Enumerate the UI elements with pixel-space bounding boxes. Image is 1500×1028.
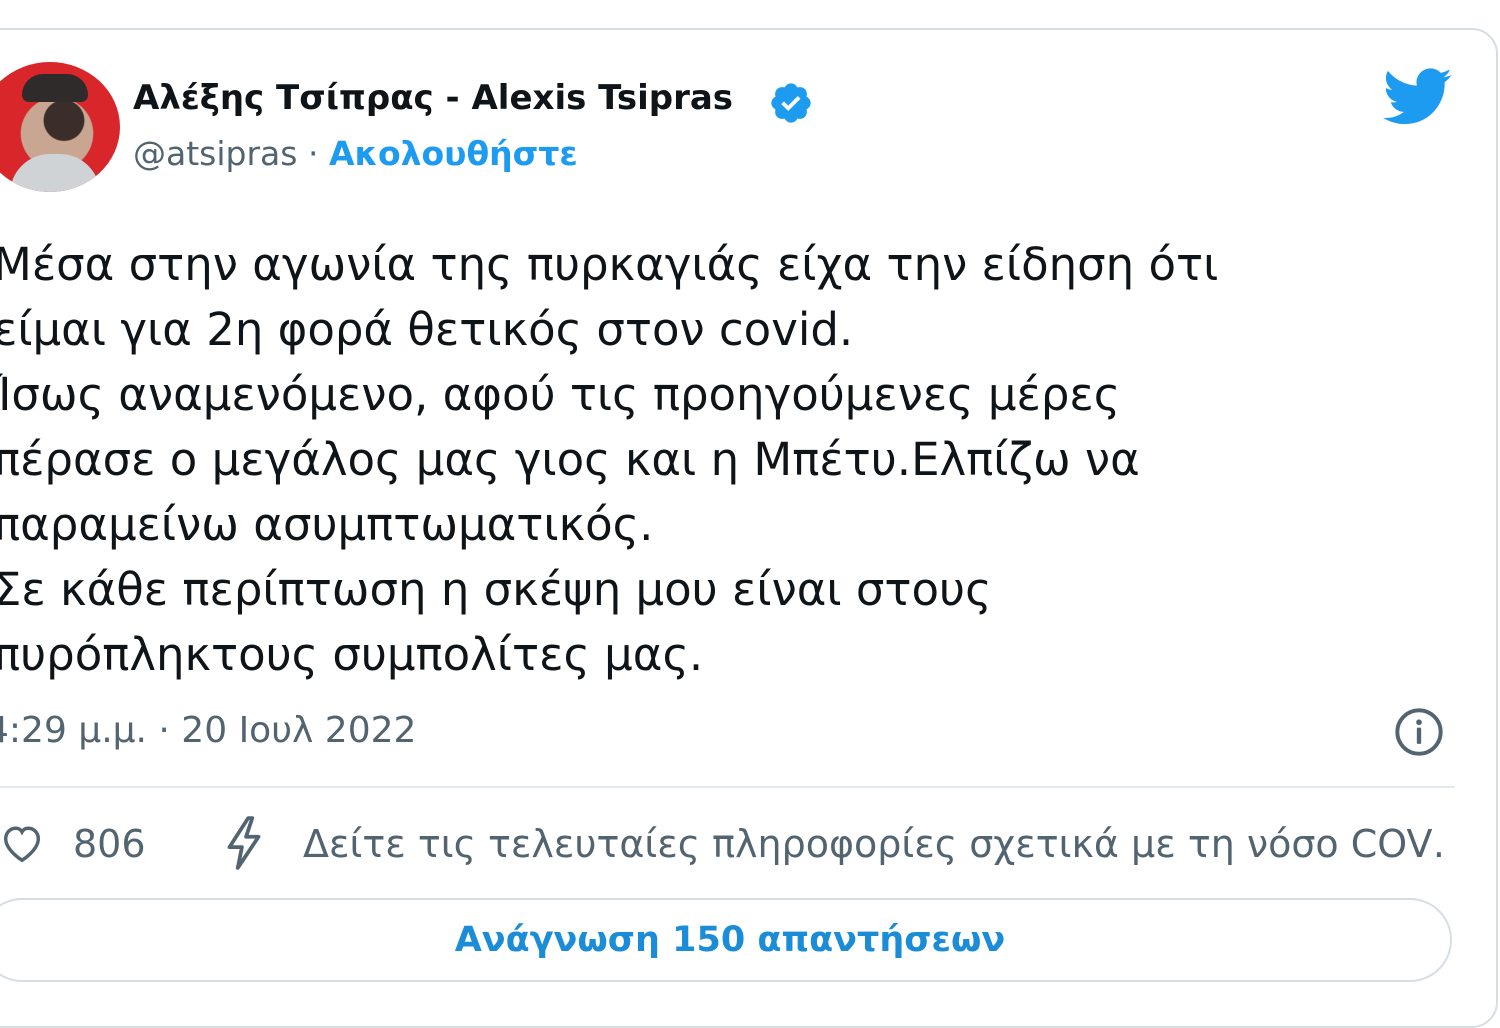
tweet-text: Μέσα στην αγωνία της πυρκαγιάς είχα την … (0, 232, 1453, 687)
tweet-line: Ίσως αναμενόμενο, αφού τις προηγούμενες … (0, 368, 1121, 421)
lightning-icon (227, 816, 261, 870)
divider (0, 786, 1455, 788)
avatar-shirt (10, 154, 100, 192)
heart-icon[interactable] (0, 820, 46, 866)
tweet-line: Σε κάθε περίπτωση η σκέψη μου είναι στου… (0, 563, 992, 616)
follow-link[interactable]: Ακολουθήστε (329, 134, 578, 173)
verified-badge-icon (771, 83, 811, 123)
tweet-line: Μέσα στην αγωνία της πυρκαγιάς είχα την … (0, 238, 1219, 291)
like-count[interactable]: 806 (73, 822, 146, 866)
tweet-timestamp[interactable]: 4:29 μ.μ. · 20 Ιουλ 2022 (0, 710, 416, 751)
tweet-line: είμαι για 2η φορά θετικός στον covid. (0, 303, 854, 356)
avatar-hair (22, 74, 88, 102)
tweet-line: παραμείνω ασυμπτωματικός. (0, 498, 654, 551)
author-name[interactable]: Αλέξης Τσίπρας - Alexis Tsipras (133, 78, 733, 118)
read-replies-button[interactable]: Ανάγνωση 150 απαντήσεων (0, 898, 1452, 982)
handle-separator: · (307, 134, 319, 173)
covid-info-link[interactable]: Δείτε τις τελευταίες πληροφορίες σχετικά… (303, 822, 1448, 866)
tweet-line: πέρασε ο μεγάλος μας γιος και η Μπέτυ.Ελ… (0, 433, 1140, 486)
twitter-bird-icon[interactable] (1383, 68, 1453, 126)
author-handle[interactable]: @atsipras (133, 134, 297, 173)
info-icon[interactable] (1393, 706, 1445, 758)
tweet-line: πυρόπληκτους συμπολίτες μας. (0, 628, 704, 681)
handle-row: @atsipras · Ακολουθήστε (133, 134, 578, 173)
